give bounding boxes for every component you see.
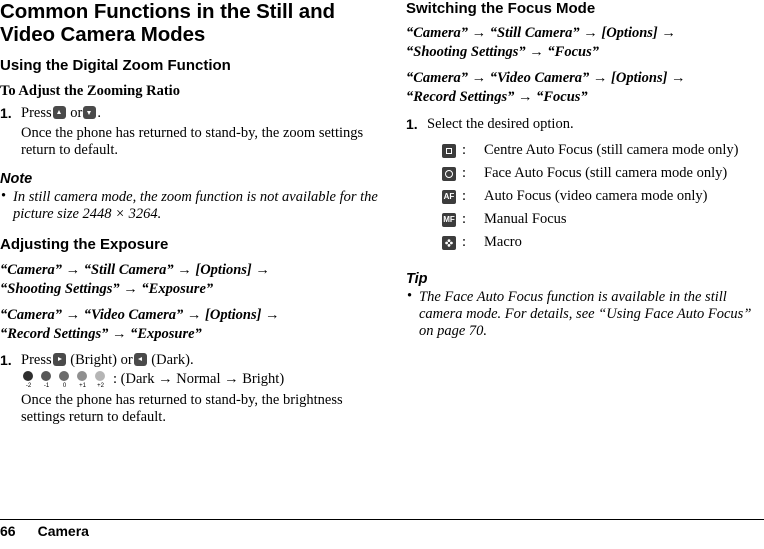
exposure-path-still-line1: “Camera” → “Still Camera” → [Options] → bbox=[0, 262, 270, 278]
page-title: Common Functions in the Still and Video … bbox=[0, 0, 335, 46]
exposure-level-zero-icon: 0 bbox=[57, 371, 72, 389]
exposure-level-minus1-icon: -1 bbox=[39, 371, 54, 389]
zoom-step-1-body: Once the phone has returned to stand-by,… bbox=[21, 125, 364, 158]
macro-focus-icon-cell bbox=[442, 232, 462, 255]
tip-bullet-text: The Face Auto Focus function is availabl… bbox=[419, 289, 752, 339]
left-key-icon bbox=[133, 353, 147, 366]
exposure-step-1-body: Once the phone has returned to stand-by,… bbox=[21, 392, 343, 426]
colon: : bbox=[462, 165, 467, 181]
colon: : bbox=[462, 142, 467, 158]
step-text-bright: (Bright) or bbox=[70, 352, 133, 368]
step-number: 1. bbox=[0, 105, 12, 121]
centre-auto-focus-icon bbox=[442, 144, 456, 158]
subheading-zooming-ratio: To Adjust the Zooming Ratio bbox=[0, 83, 180, 99]
right-key-icon bbox=[52, 353, 66, 366]
step-number: 1. bbox=[0, 352, 12, 368]
page-footer: 66 Camera bbox=[0, 519, 764, 541]
footer-page-number: 66 bbox=[0, 523, 16, 539]
step-text-dark: (Dark). bbox=[151, 352, 194, 368]
table-row: : Face Auto Focus (still camera mode onl… bbox=[442, 163, 739, 186]
table-row: : Centre Auto Focus (still camera mode o… bbox=[442, 140, 739, 163]
exposure-level-plus1-icon: +1 bbox=[75, 371, 90, 389]
focus-option-description: Face Auto Focus (still camera mode only) bbox=[484, 165, 728, 181]
exposure-level-minus2-icon: -2 bbox=[21, 371, 36, 389]
auto-focus-icon-cell: AF bbox=[442, 186, 462, 209]
exposure-path-video-line1: “Camera” → “Video Camera” → [Options] → bbox=[0, 307, 280, 323]
auto-focus-icon: AF bbox=[442, 190, 456, 204]
colon: : bbox=[462, 234, 467, 250]
section-heading-digital-zoom: Using the Digital Zoom Function bbox=[0, 57, 231, 74]
step-number: 1. bbox=[406, 116, 418, 132]
zoom-step-1: 1. Press or. bbox=[0, 105, 380, 122]
focus-option-description: Macro bbox=[484, 234, 522, 250]
zoom-steps-list: 1. Press or. bbox=[0, 105, 380, 122]
focus-path-still-line1: “Camera” → “Still Camera” → [Options] → bbox=[406, 25, 676, 41]
exposure-scale-icons: -2 -1 0 +1 +2 bbox=[21, 371, 111, 389]
focus-step-1-text: Select the desired option. bbox=[427, 116, 574, 132]
exposure-path-video-line2: “Record Settings” → “Exposure” bbox=[0, 326, 202, 342]
right-column: Switching the Focus Mode “Camera” → “Sti… bbox=[406, 0, 764, 342]
note-heading: Note bbox=[0, 171, 33, 187]
centre-auto-focus-icon-cell bbox=[442, 140, 462, 163]
footer-divider bbox=[0, 519, 764, 520]
exposure-path-still-line2: “Shooting Settings” → “Exposure” bbox=[0, 281, 214, 297]
colon: : bbox=[462, 188, 467, 204]
tip-bullet: • The Face Auto Focus function is availa… bbox=[406, 288, 764, 340]
step-text-or: or bbox=[70, 105, 83, 121]
up-key-icon bbox=[52, 106, 66, 119]
exposure-steps-list: 1. Press (Bright) or (Dark). bbox=[0, 352, 380, 369]
exposure-step-1: 1. Press (Bright) or (Dark). bbox=[0, 352, 380, 369]
focus-path-video-line1: “Camera” → “Video Camera” → [Options] → bbox=[406, 70, 686, 86]
table-row: MF : Manual Focus bbox=[442, 209, 739, 232]
focus-steps-list: 1. Select the desired option. bbox=[406, 116, 764, 133]
focus-option-description: Centre Auto Focus (still camera mode onl… bbox=[484, 142, 739, 158]
focus-path-still-line2: “Shooting Settings” → “Focus” bbox=[406, 44, 599, 60]
face-auto-focus-icon bbox=[442, 167, 456, 181]
footer-chapter: Camera bbox=[37, 523, 89, 539]
section-heading-focus-mode: Switching the Focus Mode bbox=[406, 0, 596, 17]
focus-option-description: Auto Focus (video camera mode only) bbox=[484, 188, 708, 204]
exposure-caption: : (Dark → Normal → Bright) bbox=[113, 371, 285, 387]
focus-path-video-line2: “Record Settings” → “Focus” bbox=[406, 89, 588, 105]
manual-focus-icon: MF bbox=[442, 213, 456, 227]
step-text-period: . bbox=[97, 105, 101, 121]
step-text-press: Press bbox=[21, 352, 52, 368]
table-row: : Macro bbox=[442, 232, 739, 255]
bullet-dot-icon: • bbox=[407, 288, 413, 304]
note-bullet-text: In still camera mode, the zoom function … bbox=[13, 189, 378, 222]
section-heading-exposure: Adjusting the Exposure bbox=[0, 236, 169, 253]
note-bullet: • In still camera mode, the zoom functio… bbox=[0, 188, 380, 223]
manual-page: Common Functions in the Still and Video … bbox=[0, 0, 764, 549]
colon: : bbox=[462, 211, 467, 227]
focus-step-1: 1. Select the desired option. bbox=[406, 116, 764, 133]
manual-focus-icon-cell: MF bbox=[442, 209, 462, 232]
step-text-press: Press bbox=[21, 105, 52, 121]
tip-heading: Tip bbox=[406, 271, 428, 287]
exposure-level-plus2-icon: +2 bbox=[93, 371, 108, 389]
focus-options-table: : Centre Auto Focus (still camera mode o… bbox=[442, 140, 739, 255]
macro-focus-icon bbox=[442, 236, 456, 250]
exposure-scale-row: -2 -1 0 +1 +2: (Dark → Normal → Bright) bbox=[21, 371, 380, 389]
table-row: AF : Auto Focus (video camera mode only) bbox=[442, 186, 739, 209]
left-column: Common Functions in the Still and Video … bbox=[0, 0, 380, 426]
bullet-dot-icon: • bbox=[1, 188, 7, 204]
face-auto-focus-icon-cell bbox=[442, 163, 462, 186]
down-key-icon bbox=[83, 106, 97, 119]
focus-option-description: Manual Focus bbox=[484, 211, 567, 227]
